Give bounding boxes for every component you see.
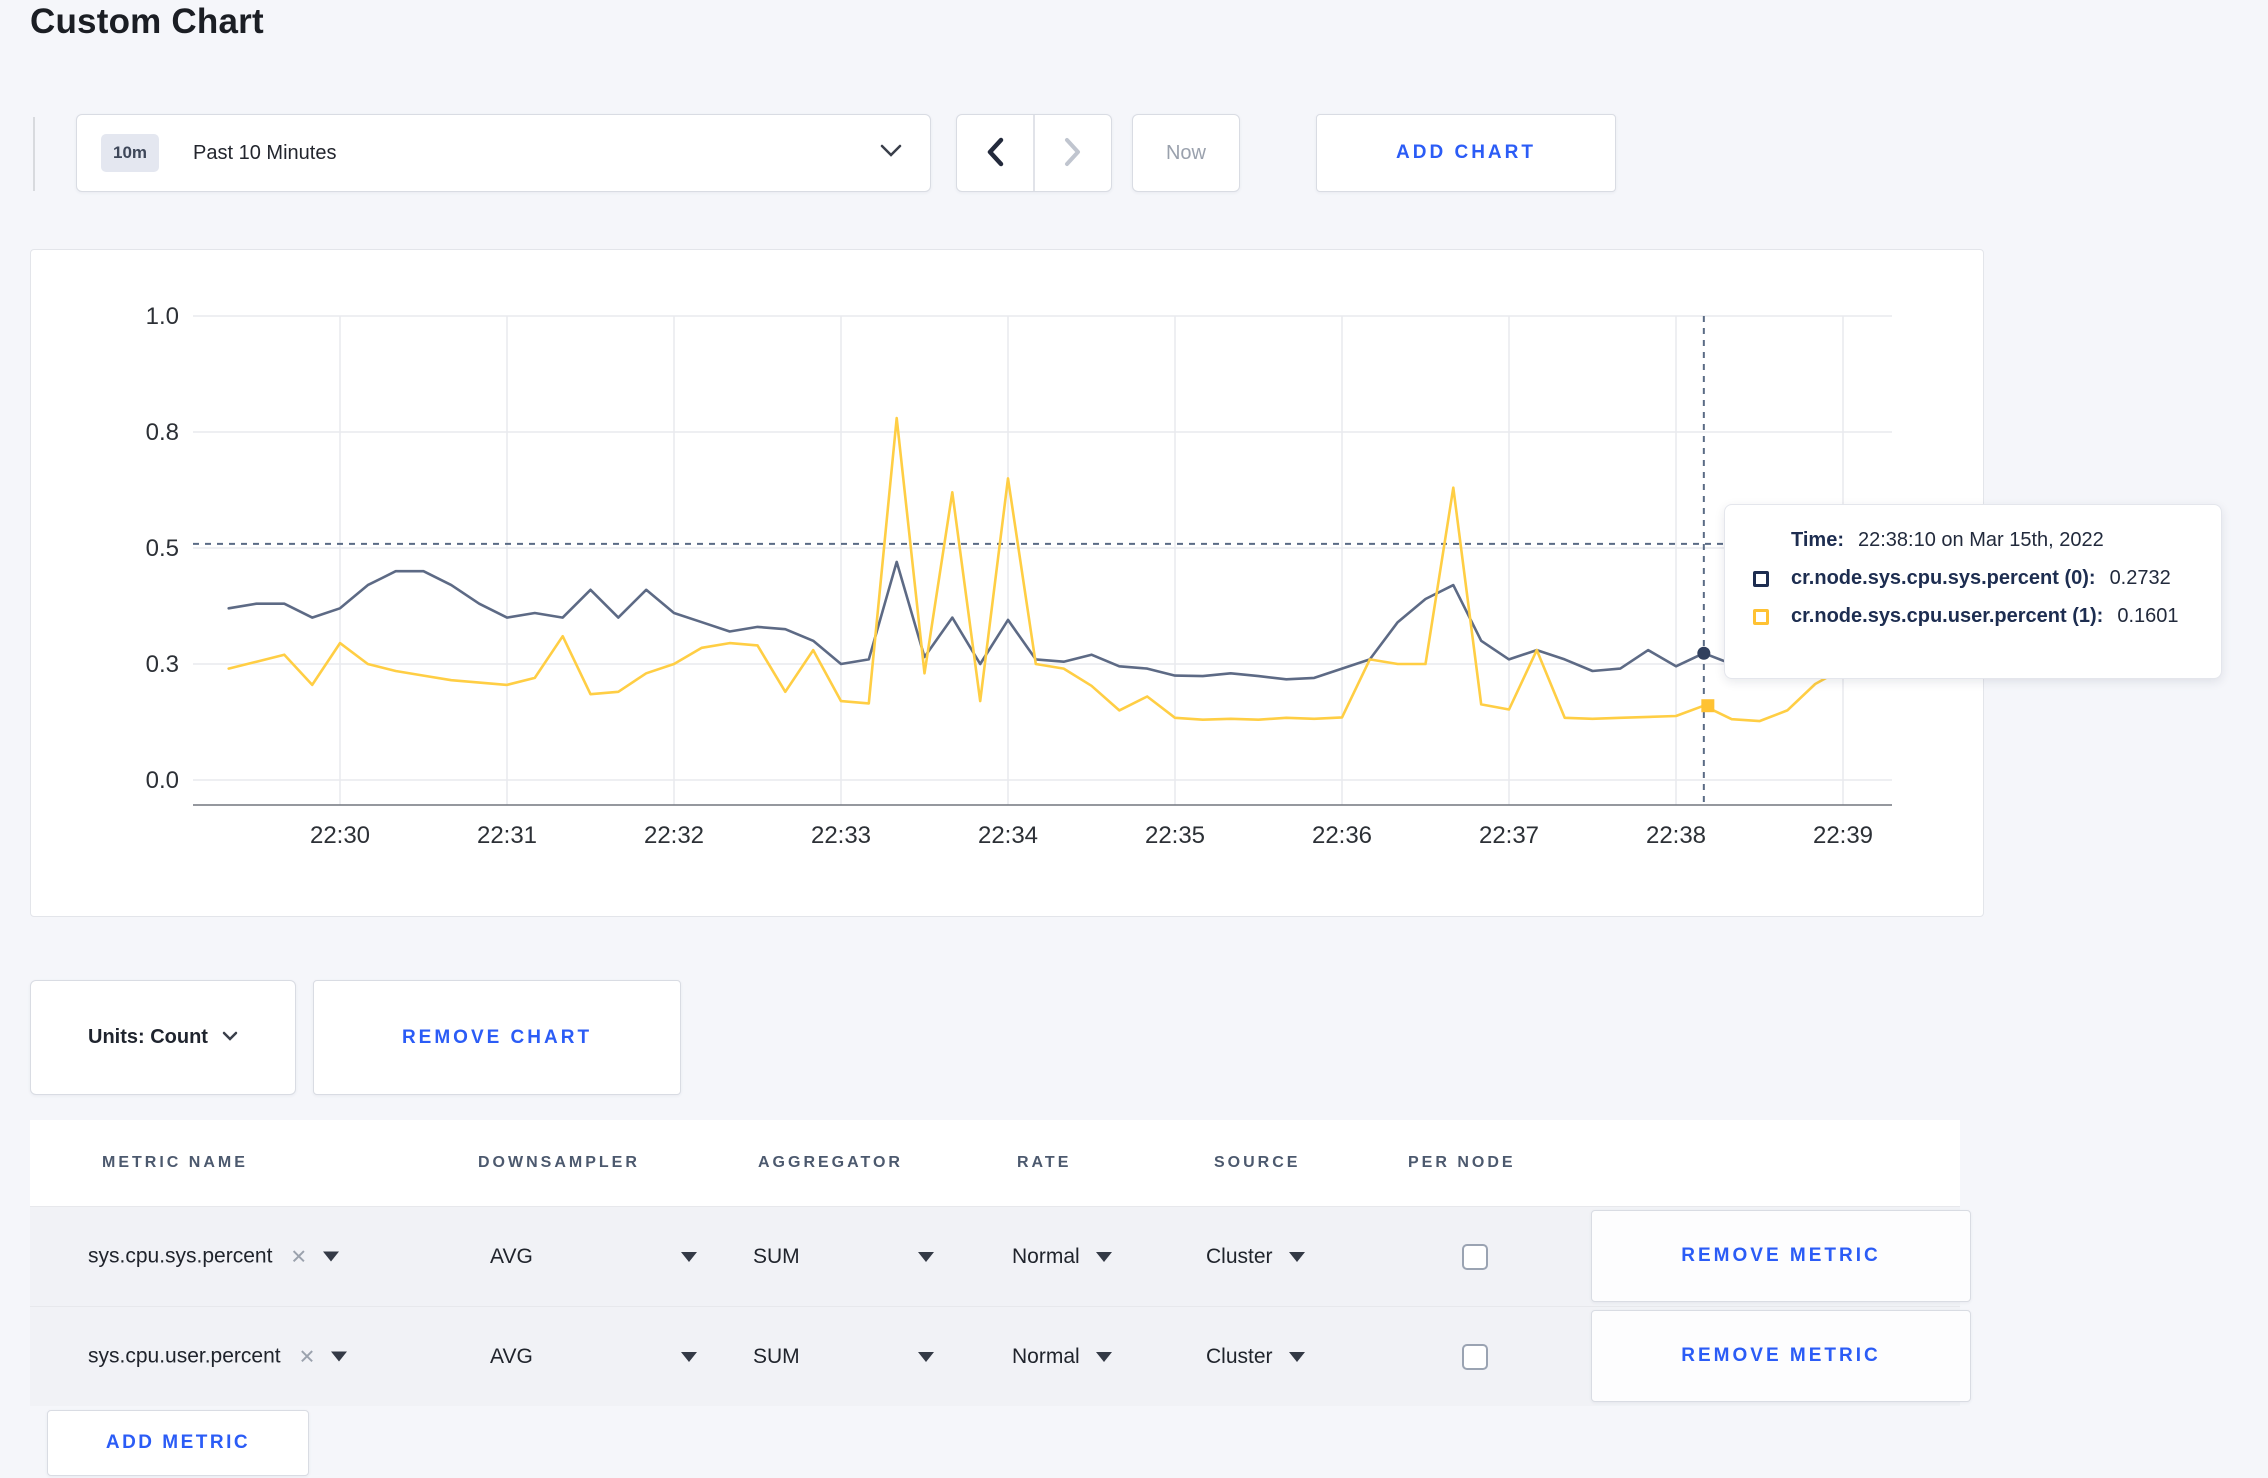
metric-row: sys.cpu.user.percent ✕ AVG SUM Normal Cl… xyxy=(30,1306,1971,1406)
add-metric-button[interactable]: ADD METRIC xyxy=(47,1410,309,1476)
tooltip-series-value: 0.2732 xyxy=(2109,567,2171,589)
clear-metric-icon[interactable]: ✕ xyxy=(290,1244,307,1269)
series-swatch-user xyxy=(1753,608,1769,625)
source-select[interactable]: Cluster xyxy=(1206,1345,1305,1369)
per-node-checkbox[interactable] xyxy=(1462,1243,1488,1270)
metric-name-value: sys.cpu.sys.percent xyxy=(88,1244,273,1268)
col-downsampler: DOWNSAMPLER xyxy=(478,1154,640,1171)
tooltip-series-label: cr.node.sys.cpu.sys.percent (0): xyxy=(1791,567,2096,589)
caret-down-icon xyxy=(680,1351,697,1362)
source-select[interactable]: Cluster xyxy=(1206,1245,1305,1269)
time-range-select[interactable]: 10m Past 10 Minutes xyxy=(76,114,931,192)
caret-down-icon xyxy=(917,1251,934,1262)
tooltip-time-label: Time: xyxy=(1791,529,1844,551)
metric-name-select[interactable]: sys.cpu.sys.percent ✕ xyxy=(88,1244,340,1269)
tooltip-series-row: cr.node.sys.cpu.sys.percent (0): 0.2732 xyxy=(1753,567,2221,590)
clear-metric-icon[interactable]: ✕ xyxy=(299,1344,316,1369)
svg-text:22:36: 22:36 xyxy=(1312,822,1372,849)
metric-row: sys.cpu.sys.percent ✕ AVG SUM Normal Clu… xyxy=(30,1206,1971,1306)
svg-text:22:32: 22:32 xyxy=(644,822,704,849)
time-range-badge: 10m xyxy=(101,134,160,172)
units-label: Units: Count xyxy=(88,1026,208,1048)
tooltip-series-value: 0.1601 xyxy=(2117,605,2179,627)
per-node-checkbox[interactable] xyxy=(1462,1343,1488,1370)
chevron-right-icon xyxy=(1064,137,1082,170)
time-back-button[interactable] xyxy=(957,115,1033,191)
metric-table-header: METRIC NAME DOWNSAMPLER AGGREGATOR RATE … xyxy=(30,1120,1960,1206)
metric-name-value: sys.cpu.user.percent xyxy=(88,1344,281,1368)
svg-text:22:30: 22:30 xyxy=(310,822,370,849)
chart-card[interactable]: 22:30 22:31 22:32 22:33 22:34 22:35 22:36 22:37… xyxy=(30,249,2222,918)
tooltip-time-row: Time: 22:38:10 on Mar 15th, 2022 xyxy=(1753,529,2221,552)
rate-select[interactable]: Normal xyxy=(1012,1245,1112,1269)
page-title: Custom Chart xyxy=(30,2,264,41)
caret-down-icon xyxy=(680,1251,697,1262)
col-metric-name: METRIC NAME xyxy=(102,1154,248,1171)
col-rate: RATE xyxy=(1017,1154,1072,1171)
tooltip-series-row: cr.node.sys.cpu.user.percent (1): 0.1601 xyxy=(1753,605,2221,628)
svg-text:0.8: 0.8 xyxy=(146,419,179,446)
col-source: SOURCE xyxy=(1214,1154,1301,1171)
time-pager xyxy=(956,114,1112,192)
svg-text:22:34: 22:34 xyxy=(978,822,1038,849)
svg-text:22:35: 22:35 xyxy=(1145,822,1205,849)
tooltip-time-value: 22:38:10 on Mar 15th, 2022 xyxy=(1857,529,2104,551)
svg-text:22:38: 22:38 xyxy=(1646,822,1706,849)
col-per-node: PER NODE xyxy=(1408,1154,1516,1171)
tooltip-series-label: cr.node.sys.cpu.user.percent (1): xyxy=(1791,605,2104,627)
toolbar-left-divider xyxy=(33,117,35,191)
units-select[interactable]: Units: Count xyxy=(30,980,296,1095)
chevron-down-icon xyxy=(880,144,902,163)
remove-chart-button[interactable]: REMOVE CHART xyxy=(313,980,681,1095)
aggregator-select[interactable]: SUM xyxy=(753,1245,934,1269)
series-swatch-sys xyxy=(1753,570,1769,587)
svg-text:22:33: 22:33 xyxy=(811,822,871,849)
svg-text:0.5: 0.5 xyxy=(146,535,179,562)
time-forward-button[interactable] xyxy=(1035,115,1111,191)
rate-select[interactable]: Normal xyxy=(1012,1345,1112,1369)
time-range-label: Past 10 Minutes xyxy=(193,141,337,164)
caret-down-icon xyxy=(1095,1351,1112,1362)
svg-text:22:37: 22:37 xyxy=(1479,822,1539,849)
caret-down-icon xyxy=(1288,1251,1305,1262)
custom-chart-page: Custom Chart 10m Past 10 Minutes Now ADD… xyxy=(0,0,2268,1478)
caret-down-icon[interactable] xyxy=(331,1351,348,1362)
svg-text:22:39: 22:39 xyxy=(1813,822,1873,849)
caret-down-icon xyxy=(917,1351,934,1362)
chevron-down-icon xyxy=(222,1029,238,1047)
caret-down-icon[interactable] xyxy=(323,1251,340,1262)
timeseries-chart[interactable]: 22:30 22:31 22:32 22:33 22:34 22:35 22:36 22:37… xyxy=(31,250,1985,918)
chart-tooltip: Time: 22:38:10 on Mar 15th, 2022 cr.node… xyxy=(1724,504,2222,679)
svg-text:1.0: 1.0 xyxy=(146,303,179,330)
svg-text:0.0: 0.0 xyxy=(146,767,179,794)
chevron-left-icon xyxy=(986,137,1004,170)
downsampler-select[interactable]: AVG xyxy=(490,1345,697,1369)
now-button[interactable]: Now xyxy=(1132,114,1240,192)
aggregator-select[interactable]: SUM xyxy=(753,1345,934,1369)
col-aggregator: AGGREGATOR xyxy=(758,1154,903,1171)
add-chart-button[interactable]: ADD CHART xyxy=(1316,114,1616,192)
remove-metric-button[interactable]: REMOVE METRIC xyxy=(1591,1210,1971,1302)
caret-down-icon xyxy=(1095,1251,1112,1262)
svg-text:0.3: 0.3 xyxy=(146,651,179,678)
caret-down-icon xyxy=(1288,1351,1305,1362)
downsampler-select[interactable]: AVG xyxy=(490,1245,697,1269)
remove-metric-button[interactable]: REMOVE METRIC xyxy=(1591,1310,1971,1402)
svg-text:22:31: 22:31 xyxy=(477,822,537,849)
metric-name-select[interactable]: sys.cpu.user.percent ✕ xyxy=(88,1344,348,1369)
